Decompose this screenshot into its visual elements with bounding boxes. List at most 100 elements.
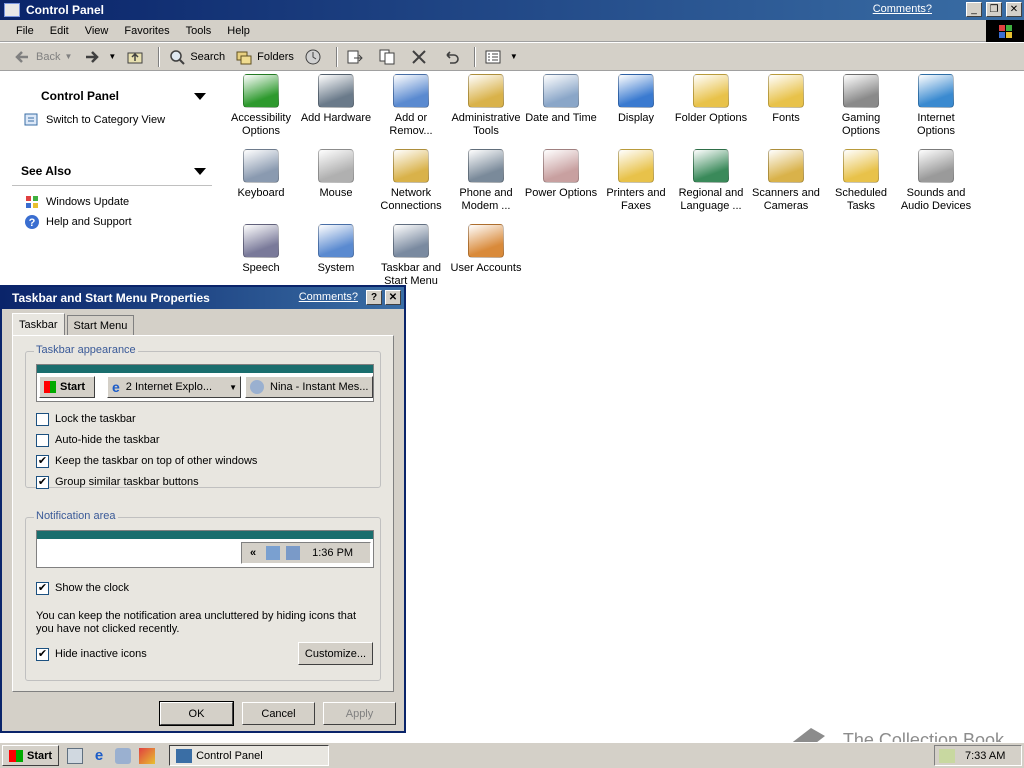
control-panel-item[interactable]: Gaming Options [824, 74, 898, 138]
internet-explorer-icon: e [112, 379, 120, 395]
checkbox-box[interactable] [36, 412, 49, 426]
move-to-button[interactable] [342, 45, 372, 69]
delete-button[interactable] [406, 45, 436, 69]
checkbox-box[interactable]: ✔ [36, 647, 49, 661]
control-panel-item[interactable]: Sounds and Audio Devices [899, 149, 973, 213]
gaming-options-icon [843, 74, 879, 108]
power-options-icon [543, 149, 579, 183]
hide-inactive-checkbox[interactable]: ✔ Hide inactive icons [36, 646, 147, 662]
minimize-button[interactable]: _ [966, 2, 982, 17]
control-panel-item[interactable]: Scheduled Tasks [824, 149, 898, 213]
control-panel-item[interactable]: Regional and Language ... [674, 149, 748, 213]
control-panel-item[interactable]: User Accounts [449, 224, 523, 275]
control-panel-icon [4, 3, 20, 17]
help-support-link[interactable]: ? Help and Support [12, 212, 212, 232]
history-button[interactable] [300, 45, 330, 69]
item-label: Accessibility Options [224, 112, 298, 138]
folders-button[interactable]: Folders [231, 45, 298, 69]
cancel-button[interactable]: Cancel [242, 702, 315, 725]
item-label-line: Audio Devices [900, 200, 972, 212]
menu-edit[interactable]: Edit [42, 25, 77, 37]
section-header[interactable]: See Also [12, 161, 212, 181]
search-button[interactable]: Search [164, 45, 229, 69]
collapse-icon[interactable] [194, 167, 206, 175]
clock[interactable]: 7:33 AM [965, 750, 1005, 762]
back-dropdown-icon[interactable]: ▼ [64, 52, 72, 61]
up-folder-button[interactable] [122, 45, 152, 69]
switch-category-view-link[interactable]: Switch to Category View [12, 110, 212, 130]
apply-button[interactable]: Apply [323, 702, 396, 725]
tray-app-icon[interactable] [939, 748, 955, 763]
undo-button[interactable] [438, 45, 468, 69]
item-label-line: Tools [473, 125, 499, 137]
windows-update-link[interactable]: Windows Update [12, 192, 212, 212]
control-panel-item[interactable]: Administrative Tools [449, 74, 523, 138]
control-panel-item[interactable]: Display [599, 74, 673, 125]
restore-button[interactable]: ❐ [986, 2, 1002, 17]
control-panel-item[interactable]: Internet Options [899, 74, 973, 138]
forward-button[interactable]: ▼ [78, 45, 120, 69]
back-button[interactable]: Back ▼ [10, 45, 76, 69]
menu-file[interactable]: File [8, 25, 42, 37]
notification-area-group: Notification area « 1:36 PM ✔ Show the cl… [25, 510, 381, 681]
tab-start-menu[interactable]: Start Menu [66, 315, 135, 335]
auto-hide-checkbox[interactable]: Auto-hide the taskbar [36, 432, 160, 448]
control-panel-item[interactable]: Network Connections [374, 149, 448, 213]
menu-favorites[interactable]: Favorites [116, 25, 177, 37]
help-button[interactable]: ? [366, 290, 382, 305]
control-panel-item[interactable]: Date and Time [524, 74, 598, 125]
checkbox-box[interactable]: ✔ [36, 581, 49, 595]
control-panel-item[interactable]: Power Options [524, 149, 598, 200]
group-label: Taskbar appearance [34, 344, 138, 356]
comments-link[interactable]: Comments? [873, 3, 932, 15]
show-clock-checkbox[interactable]: ✔ Show the clock [36, 580, 129, 596]
control-panel-item[interactable]: Keyboard [224, 149, 298, 200]
up-folder-icon [127, 52, 143, 63]
dialog-close-button[interactable]: ✕ [385, 290, 401, 305]
lock-taskbar-checkbox[interactable]: Lock the taskbar [36, 411, 136, 427]
control-panel-item[interactable]: Scanners and Cameras [749, 149, 823, 213]
control-panel-item[interactable]: Speech [224, 224, 298, 275]
control-panel-item[interactable]: Printers and Faxes [599, 149, 673, 213]
forward-dropdown-icon[interactable]: ▼ [108, 52, 116, 61]
menu-help[interactable]: Help [219, 25, 258, 37]
ok-button[interactable]: OK [159, 701, 234, 726]
item-label-line: System [317, 262, 355, 274]
views-button[interactable]: ▼ [480, 45, 522, 69]
checkbox-box[interactable] [36, 433, 49, 447]
show-desktop-icon[interactable] [67, 747, 84, 764]
control-panel-item[interactable]: System [299, 224, 373, 275]
start-button[interactable]: Start [2, 745, 60, 766]
keep-on-top-checkbox[interactable]: ✔ Keep the taskbar on top of other window… [36, 453, 257, 469]
control-panel-item[interactable]: Add Hardware [299, 74, 373, 125]
internet-explorer-icon[interactable]: e [91, 747, 107, 764]
control-panel-item[interactable]: Accessibility Options [224, 74, 298, 138]
taskbar-task-control-panel[interactable]: Control Panel [169, 745, 330, 766]
group-buttons-checkbox[interactable]: ✔ Group similar taskbar buttons [36, 474, 199, 490]
control-panel-item[interactable]: Folder Options [674, 74, 748, 125]
windows-update-icon [26, 196, 38, 208]
item-label: Administrative Tools [449, 112, 523, 138]
menu-tools[interactable]: Tools [178, 25, 220, 37]
close-button[interactable]: ✕ [1006, 2, 1022, 17]
customize-button[interactable]: Customize... [298, 642, 373, 665]
control-panel-item[interactable]: Fonts [749, 74, 823, 125]
tab-taskbar[interactable]: Taskbar [12, 313, 65, 335]
checkbox-box[interactable]: ✔ [36, 475, 49, 489]
views-dropdown-icon[interactable]: ▼ [510, 52, 518, 61]
preview-task-ie: e 2 Internet Explo... ▼ [107, 376, 241, 398]
window-title: Control Panel [26, 3, 105, 17]
collapse-icon[interactable] [194, 92, 206, 100]
checkbox-label: Auto-hide the taskbar [55, 434, 160, 446]
checkbox-box[interactable]: ✔ [36, 454, 49, 468]
control-panel-item[interactable]: Taskbar and Start Menu [374, 224, 448, 288]
control-panel-item[interactable]: Add or Remov... [374, 74, 448, 138]
section-header[interactable]: Control Panel [12, 86, 212, 106]
dialog-comments-link[interactable]: Comments? [299, 291, 358, 303]
control-panel-item[interactable]: Mouse [299, 149, 373, 200]
menu-view[interactable]: View [77, 25, 117, 37]
network-icon[interactable] [115, 747, 132, 764]
media-player-icon[interactable] [139, 747, 156, 764]
control-panel-item[interactable]: Phone and Modem ... [449, 149, 523, 213]
copy-to-button[interactable] [374, 45, 404, 69]
